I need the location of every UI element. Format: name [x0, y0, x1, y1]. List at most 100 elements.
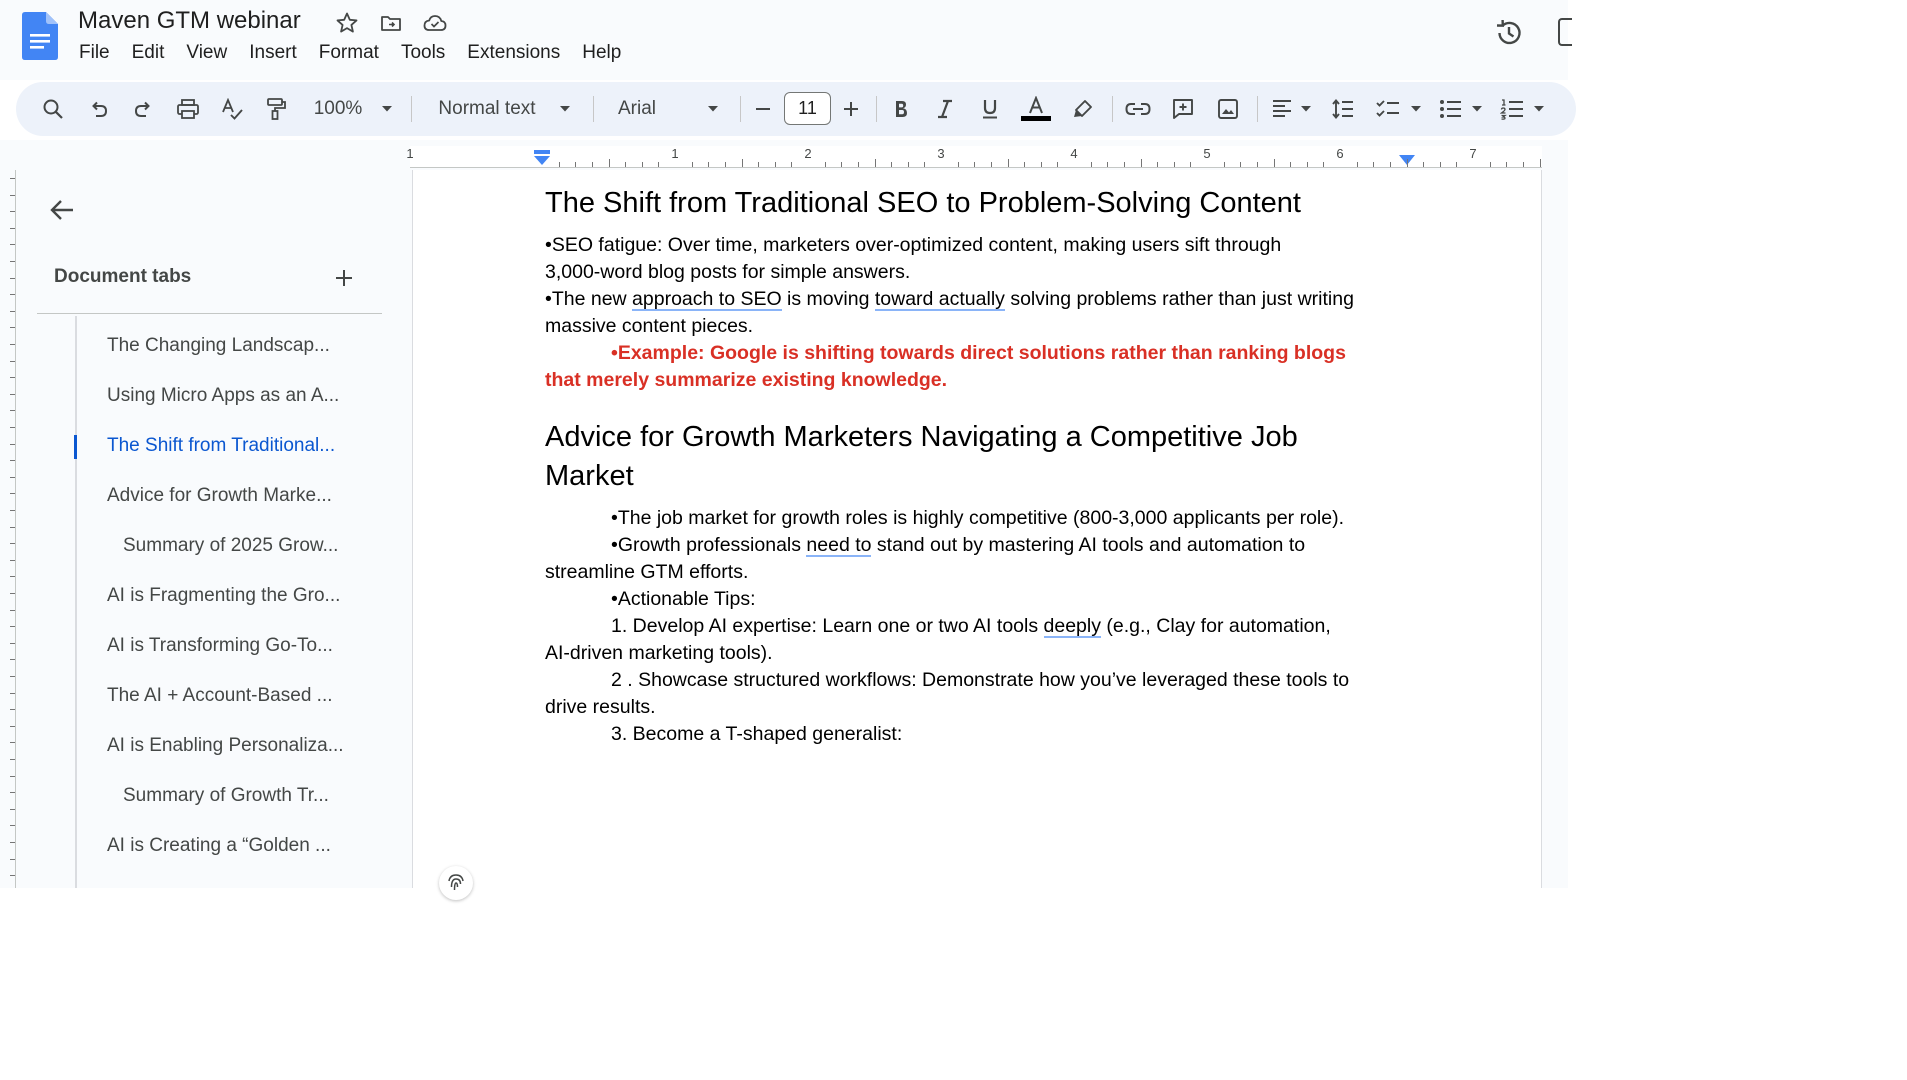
menu-insert[interactable]: Insert: [238, 40, 308, 66]
move-to-folder-icon[interactable]: [377, 9, 405, 37]
ruler-tick: [1223, 162, 1225, 167]
document-tabs-sidebar: Document tabs The Changing Landscap... U…: [16, 170, 410, 888]
italic-icon[interactable]: [928, 82, 962, 136]
outline-subitem[interactable]: Summary of Growth Tr...: [123, 785, 329, 807]
ruler-tick: [10, 194, 15, 196]
paint-format-icon[interactable]: [259, 82, 293, 136]
star-icon[interactable]: [333, 9, 361, 37]
grammar-suggestion[interactable]: deeply: [1043, 615, 1101, 638]
fingerprint-icon[interactable]: [439, 866, 473, 900]
ruler-label: 2: [804, 146, 812, 161]
ruler-label: 5: [1203, 146, 1211, 161]
undo-icon[interactable]: [82, 82, 116, 136]
title-bar: Maven GTM webinar File Edit View Insert …: [0, 0, 1572, 80]
ruler-tick: [1140, 159, 1142, 167]
font-size-input[interactable]: 11: [784, 92, 831, 125]
outline-item[interactable]: AI is Transforming Go-To...: [107, 635, 333, 657]
outline-subitem[interactable]: Summary of 2025 Grow...: [123, 535, 338, 557]
ruler-tick: [10, 842, 15, 843]
ruler-tick: [1290, 162, 1292, 167]
highlight-icon[interactable]: [1066, 82, 1100, 136]
text-run: stand out by mastering AI tools and auto…: [871, 534, 1306, 556]
ruler-label: 4: [1070, 146, 1078, 161]
outline-item[interactable]: AI is Enabling Personaliza...: [107, 735, 344, 757]
font-dropdown-icon[interactable]: [702, 82, 724, 136]
grammar-suggestion[interactable]: approach to SEO: [632, 288, 782, 311]
outline-item[interactable]: AI is Fragmenting the Gro...: [107, 585, 340, 607]
sidebar-divider: [37, 313, 382, 314]
ruler-tick: [907, 162, 909, 167]
ruler-tick: [10, 211, 15, 213]
menu-format[interactable]: Format: [308, 40, 390, 66]
ruler-tick: [591, 162, 593, 167]
align-icon[interactable]: [1265, 82, 1299, 136]
ruler-tick: [575, 162, 577, 167]
add-comment-icon[interactable]: [1166, 82, 1200, 136]
menu-file[interactable]: File: [68, 40, 121, 66]
text-color-icon[interactable]: [1018, 82, 1054, 136]
menu-extensions[interactable]: Extensions: [456, 40, 571, 66]
line-spacing-icon[interactable]: [1326, 82, 1360, 136]
paragraph-line: 3. Become a T-shaped generalist:: [611, 723, 903, 745]
back-arrow-icon[interactable]: [46, 194, 78, 226]
outline-item[interactable]: Advice for Growth Marke...: [107, 485, 332, 507]
toolbar-divider: [593, 96, 594, 122]
link-icon[interactable]: [1121, 82, 1155, 136]
menu-tools[interactable]: Tools: [390, 40, 456, 66]
ruler-tick: [10, 725, 15, 727]
toolbar-divider: [1112, 96, 1113, 122]
ruler-tick: [924, 162, 926, 167]
menu-view[interactable]: View: [175, 40, 238, 66]
ruler-label: 6: [1336, 146, 1344, 161]
zoom-select[interactable]: 100%: [304, 82, 372, 136]
menu-edit[interactable]: Edit: [121, 40, 176, 66]
horizontal-ruler[interactable]: 1 1 2 3 4 5 6 7: [406, 146, 1542, 168]
bulleted-list-dropdown-icon[interactable]: [1468, 82, 1486, 136]
spellcheck-icon[interactable]: [215, 82, 249, 136]
ruler-tick: [741, 159, 743, 167]
decrease-font-size-button[interactable]: [750, 82, 776, 136]
increase-font-size-button[interactable]: [838, 82, 864, 136]
numbered-list-dropdown-icon[interactable]: [1530, 82, 1548, 136]
outline-item[interactable]: The AI + Account-Based ...: [107, 685, 333, 707]
outline-item[interactable]: Using Micro Apps as an A...: [107, 385, 339, 407]
menu-help[interactable]: Help: [571, 40, 632, 66]
checklist-dropdown-icon[interactable]: [1407, 82, 1425, 136]
left-indent-marker-icon[interactable]: [532, 149, 552, 166]
ruler-tick: [625, 162, 627, 167]
bold-icon[interactable]: [884, 82, 918, 136]
ruler-tick: [641, 162, 643, 167]
numbered-list-icon[interactable]: [1495, 82, 1529, 136]
grammar-suggestion[interactable]: need to: [806, 534, 872, 557]
ruler-tick: [1157, 162, 1159, 167]
document-page[interactable]: The Shift from Traditional SEO to Proble…: [412, 170, 1542, 900]
checklist-icon[interactable]: [1371, 82, 1405, 136]
redo-icon[interactable]: [126, 82, 160, 136]
style-dropdown-icon[interactable]: [554, 82, 576, 136]
bulleted-list-icon[interactable]: [1434, 82, 1468, 136]
document-body[interactable]: The Shift from Traditional SEO to Proble…: [545, 184, 1425, 748]
paragraph-style-select[interactable]: Normal text: [428, 82, 546, 136]
ruler-label: 7: [1469, 146, 1477, 161]
plus-icon[interactable]: [330, 264, 358, 292]
outline-item-active[interactable]: The Shift from Traditional...: [107, 435, 335, 457]
align-dropdown-icon[interactable]: [1297, 82, 1315, 136]
comments-panel-icon[interactable]: [1558, 18, 1572, 46]
ruler-tick: [10, 626, 15, 628]
zoom-value: 100%: [313, 98, 363, 119]
cloud-saved-icon[interactable]: [421, 9, 449, 37]
zoom-dropdown-icon[interactable]: [376, 82, 398, 136]
font-select[interactable]: Arial: [612, 82, 662, 136]
grammar-suggestion[interactable]: toward actually: [874, 288, 1005, 311]
docs-logo-icon[interactable]: [22, 12, 58, 60]
insert-image-icon[interactable]: [1211, 82, 1245, 136]
search-icon[interactable]: [36, 82, 70, 136]
outline-item[interactable]: AI is Creating a “Golden ...: [107, 835, 331, 857]
outline-item[interactable]: The Changing Landscap...: [107, 335, 330, 357]
paragraph-line: drive results.: [545, 696, 656, 718]
underline-icon[interactable]: [973, 82, 1007, 136]
version-history-icon[interactable]: [1490, 14, 1528, 52]
document-title[interactable]: Maven GTM webinar: [78, 7, 301, 35]
print-icon[interactable]: [171, 82, 205, 136]
menu-bar: File Edit View Insert Format Tools Exten…: [68, 40, 632, 66]
